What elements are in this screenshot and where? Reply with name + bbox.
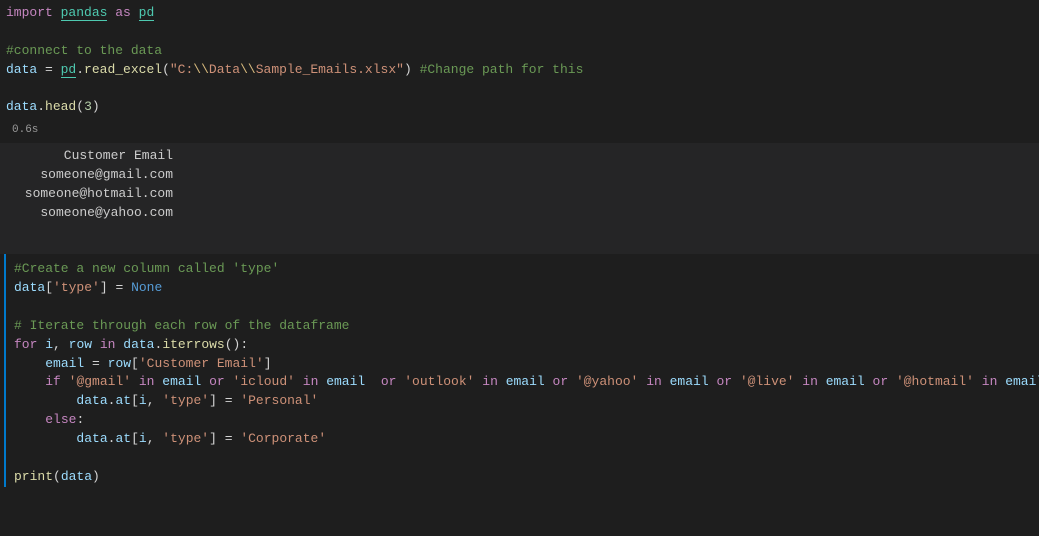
code-line-blank <box>6 79 1033 98</box>
cell1-output: Customer Email someone@gmail.com someone… <box>0 143 1039 254</box>
code-line: data = pd.read_excel("C:\\Data\\Sample_E… <box>6 61 1033 80</box>
string-literal: "C:\\Data\\Sample_Emails.xlsx" <box>170 62 404 77</box>
var-data: data <box>6 62 37 77</box>
code-line-blank <box>6 23 1033 42</box>
code-line: data.head(3) <box>6 98 1033 117</box>
output-row: someone@gmail.com <box>0 166 173 185</box>
code-line: data.at[i, 'type'] = 'Corporate' <box>14 430 1033 449</box>
constant-none: None <box>131 280 162 295</box>
execution-time: 0.6s <box>0 119 1039 143</box>
module-pd: pd <box>61 62 77 78</box>
module-pd: pd <box>139 5 155 21</box>
output-header: Customer Email <box>0 147 173 166</box>
code-line-blank <box>14 298 1033 317</box>
code-line: else: <box>14 411 1033 430</box>
code-line: for i, row in data.iterrows(): <box>14 336 1033 355</box>
output-row: someone@yahoo.com <box>0 204 173 223</box>
code-line: #Create a new column called 'type' <box>14 260 1033 279</box>
keyword-import: import <box>6 5 53 20</box>
fn-print: print <box>14 469 53 484</box>
comment: #Change path for this <box>420 62 584 77</box>
number-literal: 3 <box>84 99 92 114</box>
code-line: # Iterate through each row of the datafr… <box>14 317 1033 336</box>
comment: #Create a new column called 'type' <box>14 261 279 276</box>
code-line: email = row['Customer Email'] <box>14 355 1033 374</box>
var-data: data <box>6 99 37 114</box>
output-row: someone@hotmail.com <box>0 185 173 204</box>
code-line-blank <box>14 449 1033 468</box>
comment: #connect to the data <box>6 43 162 58</box>
module-pandas: pandas <box>61 5 108 21</box>
cell2-code-block[interactable]: #Create a new column called 'type' data[… <box>4 254 1039 486</box>
code-line: data.at[i, 'type'] = 'Personal' <box>14 392 1033 411</box>
code-line: #connect to the data <box>6 42 1033 61</box>
code-line: if '@gmail' in email or 'icloud' in emai… <box>14 373 1033 392</box>
code-line: data['type'] = None <box>14 279 1033 298</box>
keyword-as: as <box>115 5 131 20</box>
code-line: print(data) <box>14 468 1033 487</box>
comment: # Iterate through each row of the datafr… <box>14 318 349 333</box>
fn-read-excel: read_excel <box>84 62 162 77</box>
cell1-code-block[interactable]: import pandas as pd #connect to the data… <box>0 0 1039 119</box>
fn-head: head <box>45 99 76 114</box>
code-line: import pandas as pd <box>6 4 1033 23</box>
